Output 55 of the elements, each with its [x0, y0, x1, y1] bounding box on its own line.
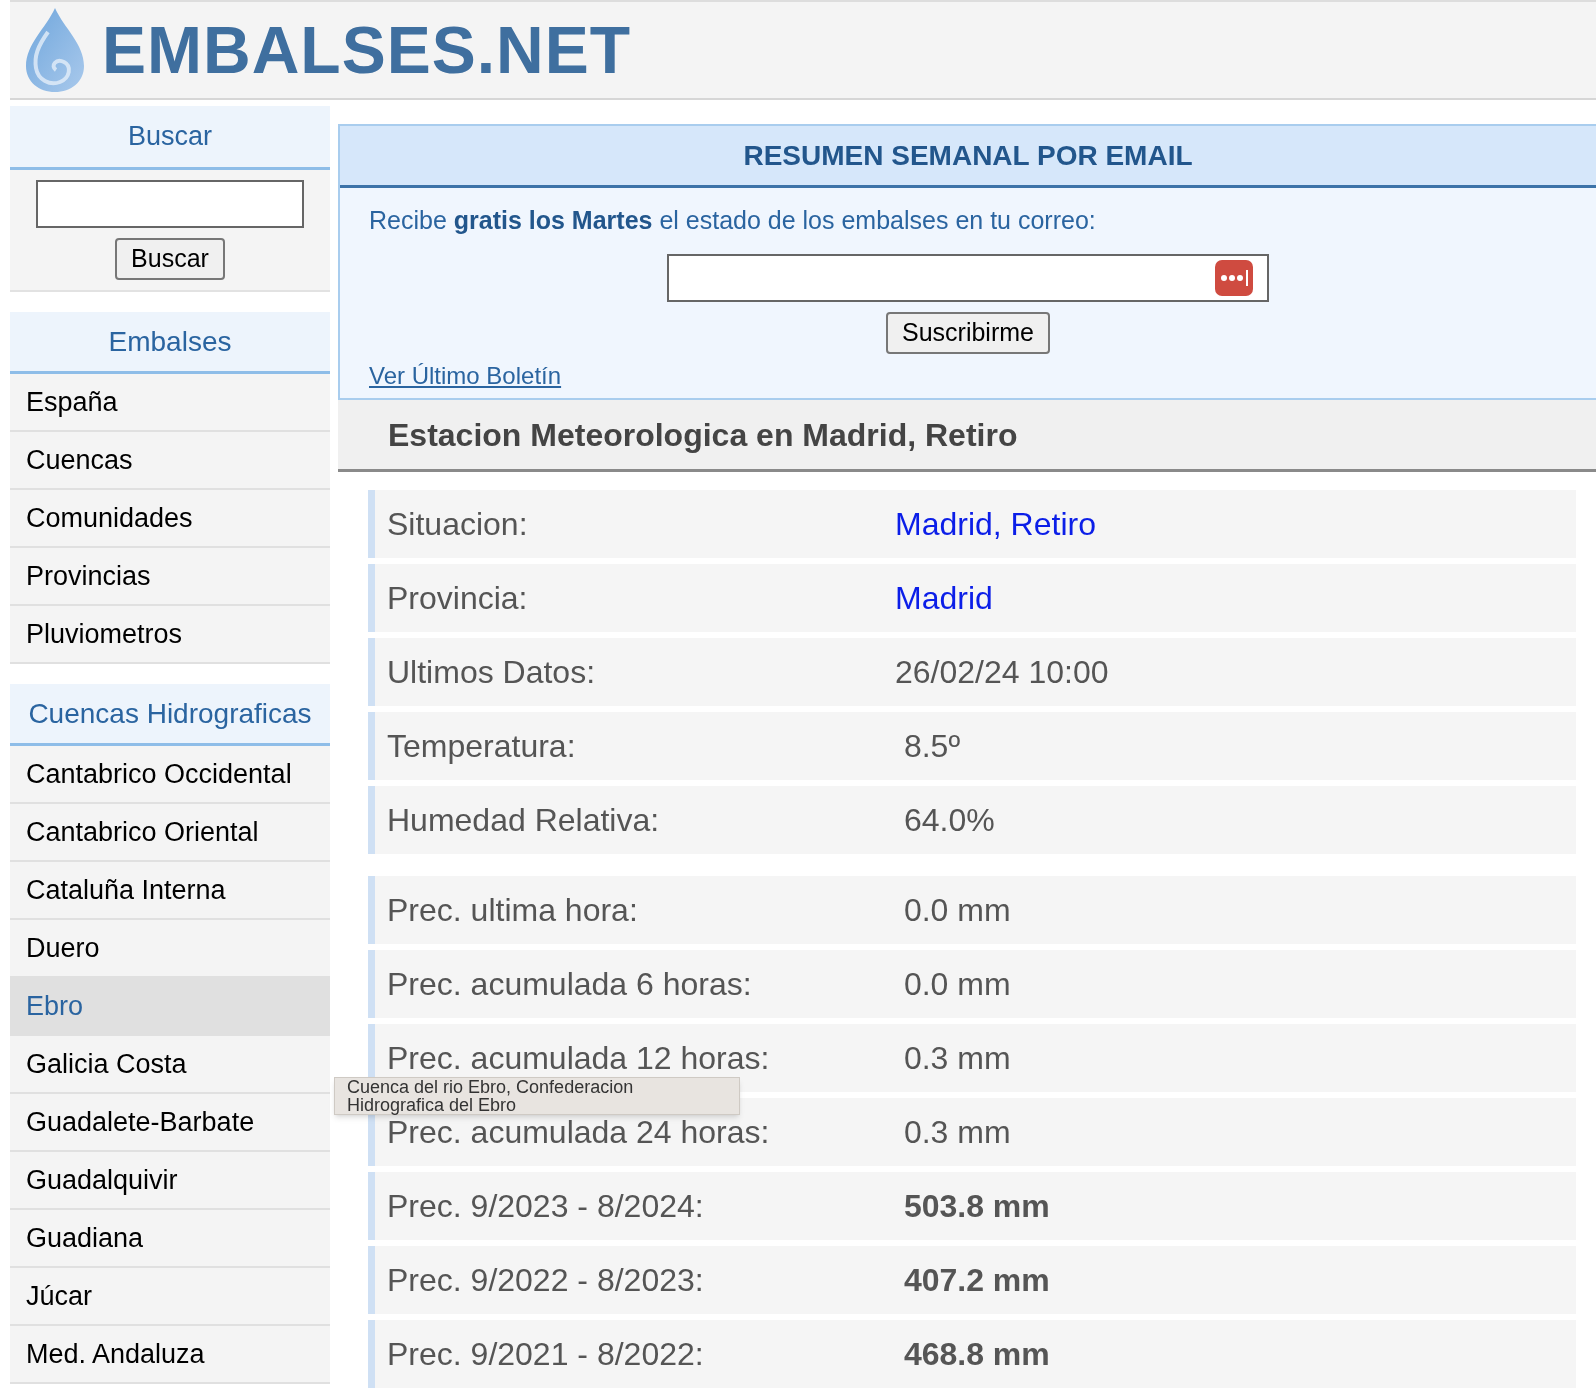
sidebar-item[interactable]: España [10, 374, 330, 432]
sidebar-item[interactable]: Galicia Costa [10, 1036, 330, 1094]
row-value: 8.5º [902, 727, 961, 766]
row-value: 0.3 mm [902, 1039, 1011, 1078]
sidebar-item[interactable]: Cantabrico Oriental [10, 804, 330, 862]
sidebar-item[interactable]: Cantabrico Occidental [10, 746, 330, 804]
row-value: 64.0% [902, 801, 995, 840]
row-value: 0.0 mm [902, 891, 1011, 930]
row-label: Humedad Relativa: [386, 801, 661, 840]
row-value: 26/02/24 10:00 [895, 653, 1109, 692]
section-heading: Embalses [10, 312, 330, 374]
sidebar-item[interactable]: Provincias [10, 548, 330, 606]
section-heading: Cuencas Hidrograficas [10, 684, 330, 746]
row-label: Prec. ultima hora: [386, 891, 639, 930]
section-heading: Buscar [10, 106, 330, 170]
sidebar-item[interactable]: Comunidades [10, 490, 330, 548]
newsletter-heading: RESUMEN SEMANAL POR EMAIL [340, 126, 1596, 188]
sidebar-item[interactable]: Med. Andaluza [10, 1326, 330, 1384]
sidebar-item[interactable]: Cataluña Interna [10, 862, 330, 920]
row-label: Prec. acumulada 6 horas: [386, 965, 753, 1004]
newsletter-text: Recibe gratis los Martes el estado de los embalses en tu correo: [369, 205, 1097, 236]
row-value: 407.2 mm [902, 1261, 1050, 1300]
site-logo[interactable]: EMBALSES.NET [102, 0, 632, 100]
row-value: 0.3 mm [902, 1113, 1011, 1152]
row-value[interactable]: Madrid, Retiro [895, 500, 1096, 548]
row-label: Situacion: [386, 505, 529, 544]
sidebar-item[interactable]: Júcar [10, 1268, 330, 1326]
search-field[interactable] [36, 180, 304, 228]
row-value[interactable]: Madrid [895, 574, 993, 622]
sidebar-item[interactable]: Pluviometros [10, 606, 330, 664]
water-drop-logo-icon [24, 6, 86, 94]
sidebar-item[interactable]: Ebro [10, 978, 330, 1036]
row-value: 0.0 mm [902, 965, 1011, 1004]
sidebar-item[interactable]: Guadalquivir [10, 1152, 330, 1210]
tooltip: Cuenca del rio Ebro, Confederacion Hidrografica del Ebro [334, 1077, 740, 1115]
row-label: Prec. 9/2022 - 8/2023: [386, 1261, 705, 1300]
email-field[interactable] [667, 253, 1269, 302]
sidebar-item[interactable]: Cuencas [10, 432, 330, 490]
subscribe-button[interactable]: Suscribirme [886, 311, 1050, 354]
row-label: Prec. 9/2021 - 8/2022: [386, 1335, 705, 1374]
row-value: 468.8 mm [902, 1335, 1050, 1374]
latest-bulletin-link[interactable]: Ver Último Boletín [369, 357, 562, 394]
station-title: Estacion Meteorologica en Madrid, Retiro [338, 400, 1596, 472]
row-label: Prec. 9/2023 - 8/2024: [386, 1187, 705, 1226]
row-label: Prec. acumulada 12 horas: [386, 1039, 771, 1078]
row-label: Ultimos Datos: [386, 653, 597, 692]
sidebar-item[interactable]: Guadalete-Barbate [10, 1094, 330, 1152]
search-button[interactable]: Buscar [115, 238, 225, 280]
row-label: Provincia: [386, 579, 529, 618]
sidebar-item[interactable]: Duero [10, 920, 330, 978]
row-value: 503.8 mm [902, 1187, 1050, 1226]
row-label: Prec. acumulada 24 horas: [387, 1114, 771, 1152]
sidebar-item[interactable]: Guadiana [10, 1210, 330, 1268]
password-manager-icon[interactable] [1215, 259, 1253, 296]
row-label: Temperatura: [386, 727, 577, 766]
